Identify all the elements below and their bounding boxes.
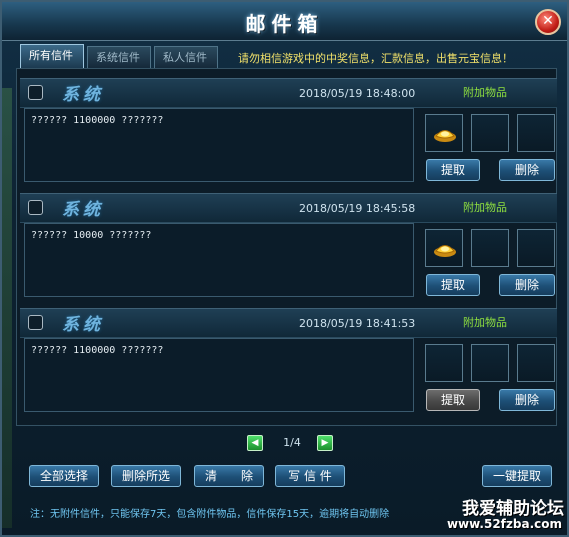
mail-body-text: ?????? 1100000 ??????? xyxy=(31,115,164,126)
attachment-label: 附加物品 xyxy=(463,201,507,214)
page-indicator: 1/4 xyxy=(283,436,301,449)
mail-header: 系统 2018/05/19 18:45:58 附加物品 xyxy=(20,193,557,223)
mail-time: 2018/05/19 18:45:58 xyxy=(299,202,416,215)
write-mail-button[interactable]: 写 信 件 xyxy=(275,465,345,487)
close-icon[interactable]: ✕ xyxy=(535,9,561,35)
mail-item: 系统 2018/05/19 18:41:53 附加物品 ?????? 11000… xyxy=(20,308,557,420)
gold-ingot-icon xyxy=(434,245,456,257)
mail-item: 系统 2018/05/19 18:45:58 附加物品 ?????? 10000… xyxy=(20,193,557,305)
watermark: 我爱辅助论坛 www.52fzba.com xyxy=(446,494,568,536)
mail-sender: 系统 xyxy=(62,85,104,105)
attachment-slot[interactable] xyxy=(517,114,555,152)
attachment-slot[interactable] xyxy=(471,344,509,382)
mail-sender: 系统 xyxy=(62,315,104,335)
mail-header: 系统 2018/05/19 18:48:00 附加物品 xyxy=(20,78,557,108)
mail-checkbox[interactable] xyxy=(28,200,43,215)
mail-time: 2018/05/19 18:41:53 xyxy=(299,317,416,330)
tab-system-mail[interactable]: 系统信件 xyxy=(87,46,151,68)
attachment-slot[interactable] xyxy=(517,344,555,382)
attachment-label: 附加物品 xyxy=(463,316,507,329)
mail-body-text: ?????? 1100000 ??????? xyxy=(31,345,164,356)
background-edge xyxy=(2,88,12,528)
watermark-url: www.52fzba.com xyxy=(446,517,562,531)
attachment-slot[interactable] xyxy=(425,114,463,152)
title-bar: 邮件箱 ✕ xyxy=(2,2,567,41)
prev-page-icon[interactable]: ◀ xyxy=(247,435,263,451)
mail-sender: 系统 xyxy=(62,200,104,220)
mail-body-text: ?????? 10000 ??????? xyxy=(31,230,152,241)
mailbox-window: 邮件箱 ✕ 所有信件 系统信件 私人信件 请勿相信游戏中的中奖信息，汇款信息，出… xyxy=(0,0,569,537)
attachment-slot[interactable] xyxy=(471,114,509,152)
mail-header: 系统 2018/05/19 18:41:53 附加物品 xyxy=(20,308,557,338)
delete-button[interactable]: 删除 xyxy=(499,389,555,411)
delete-button[interactable]: 删除 xyxy=(499,274,555,296)
mail-body: ?????? 1100000 ??????? xyxy=(24,108,414,182)
storage-note: 注：无附件信件，只能保存7天，包含附件物品，信件保存15天，逾期将自动删除 xyxy=(30,509,390,520)
watermark-title: 我爱辅助论坛 xyxy=(462,499,564,519)
delete-selected-button[interactable]: 删除所选 xyxy=(111,465,181,487)
one-click-extract-button[interactable]: 一键提取 xyxy=(482,465,552,487)
mail-body: ?????? 1100000 ??????? xyxy=(24,338,414,412)
next-page-icon[interactable]: ▶ xyxy=(317,435,333,451)
attachment-slot[interactable] xyxy=(471,229,509,267)
attachment-slot[interactable] xyxy=(517,229,555,267)
mail-time: 2018/05/19 18:48:00 xyxy=(299,87,416,100)
pager: ◀ 1/4 ▶ xyxy=(247,434,337,452)
attachment-label: 附加物品 xyxy=(463,86,507,99)
mail-item: 系统 2018/05/19 18:48:00 附加物品 ?????? 11000… xyxy=(20,78,557,190)
mail-checkbox[interactable] xyxy=(28,315,43,330)
mail-checkbox[interactable] xyxy=(28,85,43,100)
mail-body: ?????? 10000 ??????? xyxy=(24,223,414,297)
attachment-slot[interactable] xyxy=(425,229,463,267)
gold-ingot-icon xyxy=(434,130,456,142)
extract-button[interactable]: 提取 xyxy=(426,389,480,411)
delete-button[interactable]: 删除 xyxy=(499,159,555,181)
tab-all-mail[interactable]: 所有信件 xyxy=(20,44,84,68)
tab-private-mail[interactable]: 私人信件 xyxy=(154,46,218,68)
extract-button[interactable]: 提取 xyxy=(426,159,480,181)
scam-warning: 请勿相信游戏中的中奖信息，汇款信息，出售元宝信息！ xyxy=(238,52,513,65)
select-all-button[interactable]: 全部选择 xyxy=(29,465,99,487)
clear-button[interactable]: 清 除 xyxy=(194,465,264,487)
attachment-slot[interactable] xyxy=(425,344,463,382)
extract-button[interactable]: 提取 xyxy=(426,274,480,296)
window-title: 邮件箱 xyxy=(245,12,324,36)
